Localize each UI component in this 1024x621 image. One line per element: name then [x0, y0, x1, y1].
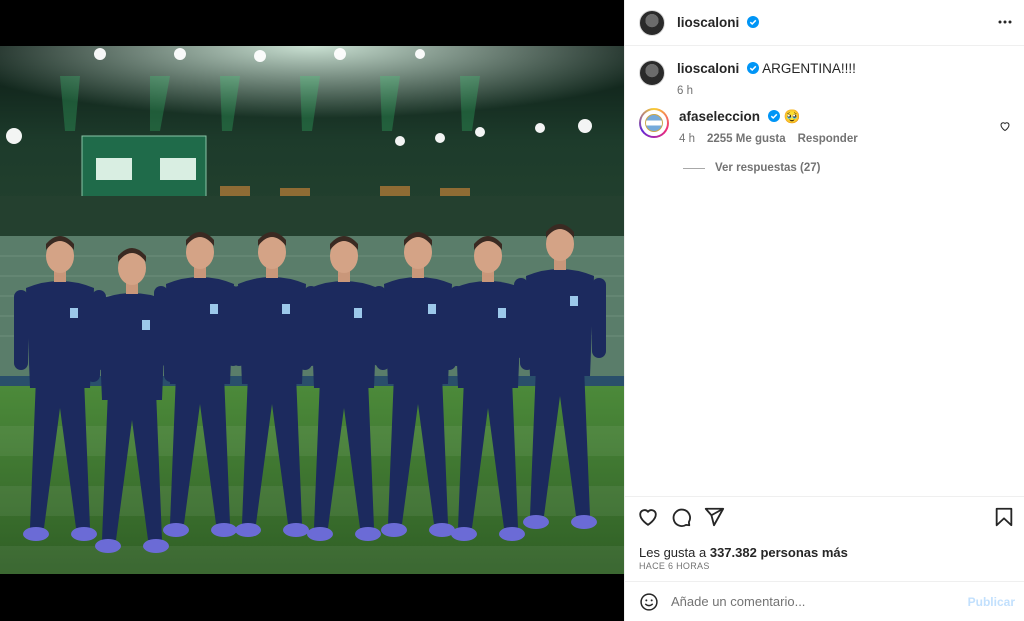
caption-text: ARGENTINA!!!! [762, 61, 856, 76]
caption: lioscaloni ARGENTINA!!!! 6 h [639, 60, 856, 100]
more-options-icon[interactable] [997, 14, 1013, 30]
staff-group [14, 224, 606, 553]
commenter-username[interactable]: afaseleccion [679, 109, 760, 124]
verified-icon [747, 62, 760, 74]
view-replies-button[interactable]: Ver respuestas (27) [683, 162, 820, 174]
comment-time: 4 h [679, 133, 695, 145]
verified-icon [767, 110, 780, 122]
author-avatar[interactable] [639, 9, 665, 36]
staff-member [514, 224, 606, 529]
post-header: lioscaloni [625, 0, 1024, 46]
comment-icon[interactable] [670, 506, 692, 528]
view-replies-label: Ver respuestas (27) [715, 162, 821, 174]
heart-icon[interactable] [637, 506, 659, 528]
post-timestamp: HACE 6 HORAS [639, 561, 710, 571]
staff-member [298, 236, 390, 541]
likes-prefix: Les gusta a [639, 545, 707, 560]
author-username-text[interactable]: lioscaloni [677, 15, 739, 30]
bookmark-icon[interactable] [993, 506, 1015, 528]
publish-button[interactable]: Publicar [968, 595, 1015, 609]
author-username[interactable]: lioscaloni [677, 15, 760, 30]
verified-icon [747, 16, 760, 28]
comments-section: lioscaloni ARGENTINA!!!! 6 h afaseleccio… [625, 46, 1024, 496]
emoji-icon[interactable] [639, 592, 659, 612]
caption-avatar[interactable] [639, 60, 665, 86]
staff-member [154, 232, 246, 537]
comment-like-heart-icon[interactable] [999, 120, 1011, 132]
comment-composer: Publicar [625, 581, 1024, 621]
comment-input[interactable] [671, 594, 951, 609]
staff-member [14, 236, 106, 541]
comment-text: 🥹 [783, 109, 801, 124]
comment-likes[interactable]: 2255 Me gusta [707, 130, 786, 148]
likes-summary[interactable]: Les gusta a 337.382 personas más [639, 545, 848, 560]
post-photo[interactable] [0, 46, 624, 574]
staff-member [226, 232, 318, 537]
post-modal: lioscaloni lioscaloni ARGENTINA!!!! 6 h … [0, 0, 1024, 621]
post-actions: Les gusta a 337.382 personas más HACE 6 … [625, 496, 1024, 581]
caption-body: lioscaloni ARGENTINA!!!! 6 h [677, 60, 856, 100]
likes-count[interactable]: 337.382 personas más [710, 545, 848, 560]
share-icon[interactable] [703, 506, 725, 528]
comment-body: afaseleccion 🥹 4 h 2255 Me gusta Respond… [679, 108, 858, 148]
comment-item: afaseleccion 🥹 4 h 2255 Me gusta Respond… [639, 108, 858, 148]
caption-username[interactable]: lioscaloni [677, 61, 739, 76]
commenter-avatar[interactable] [639, 108, 669, 138]
reply-button[interactable]: Responder [798, 130, 858, 148]
media-pane [0, 0, 624, 621]
replies-divider [683, 167, 705, 169]
caption-time: 6 h [677, 85, 693, 97]
post-details-pane: lioscaloni lioscaloni ARGENTINA!!!! 6 h … [624, 0, 1024, 621]
staff-member [372, 232, 464, 537]
